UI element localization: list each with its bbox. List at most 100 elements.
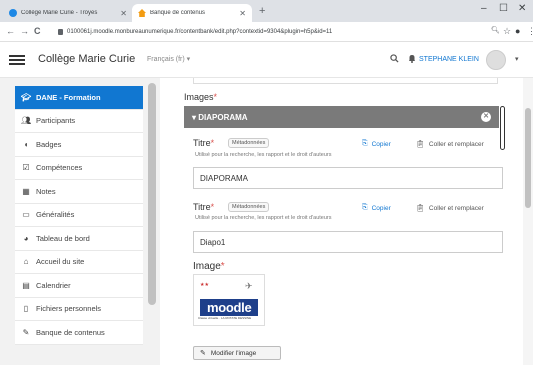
title-input[interactable]: Diapo1	[193, 231, 503, 253]
moodle-favicon-icon	[9, 9, 17, 17]
metadata-badge[interactable]: Métadonnées	[228, 202, 270, 212]
copy-icon: ⎘	[362, 204, 368, 211]
bell-icon[interactable]	[408, 54, 416, 65]
sidebar-item-g-n-ralit-s[interactable]: ▭ Généralités	[15, 203, 143, 227]
previous-field-bottom	[193, 78, 498, 84]
title-label: Titre*	[193, 202, 215, 212]
copy-icon: ⎘	[362, 140, 368, 147]
moodle-logo: moodle	[200, 299, 259, 316]
sidebar-item-badges[interactable]: ◖ Badges	[15, 133, 143, 157]
image-label: Image*	[193, 261, 225, 272]
user-name[interactable]: STEPHANE KLEIN	[419, 56, 479, 63]
sidebar-item-label: Notes	[36, 186, 56, 196]
remove-section-icon[interactable]: ✕	[481, 112, 491, 122]
users-icon: 👥︎	[21, 116, 32, 126]
sidebar-item-comp-tences[interactable]: ☑ Compétences	[15, 156, 143, 180]
sidebar-item-fichiers-personnels[interactable]: ▯ Fichiers personnels	[15, 297, 143, 321]
thumbnail-star-icon: ★★	[200, 282, 209, 288]
user-menu-caret-icon[interactable]: ▾	[515, 55, 519, 63]
browser-tab-college[interactable]: Collège Marie Curie - Troyes ✕	[3, 4, 133, 22]
sidebar-item-tableau-de-bord[interactable]: ◕ Tableau de bord	[15, 227, 143, 251]
sidebar-item-label: Fichiers personnels	[36, 304, 102, 314]
sidebar-item-label: Banque de contenus	[36, 327, 105, 337]
calendar-icon: ▤	[22, 280, 30, 290]
drawer-list: 🎓︎ DANE - Formation 👥︎ Participants ◖ Badges ☑…	[15, 86, 143, 345]
lock-icon	[58, 29, 63, 35]
url-field[interactable]: 0100061j.moodle.monbureaunumerique.fr/co…	[58, 25, 488, 39]
folder-icon: ▭	[22, 210, 30, 220]
browser-tab-content-bank[interactable]: Banque de contenus ✕	[132, 4, 252, 22]
forward-arrow-icon[interactable]: →	[20, 26, 29, 36]
close-window-button[interactable]: ✕	[518, 3, 526, 14]
site-name[interactable]: Collège Marie Curie	[38, 53, 135, 65]
maximize-button[interactable]: ☐	[499, 3, 508, 14]
dashboard-icon: ◕	[23, 233, 29, 243]
reload-icon[interactable]: C	[34, 26, 41, 36]
back-arrow-icon[interactable]: ←	[6, 26, 15, 36]
paste-replace-button[interactable]: 📋︎ Coller et remplacer	[416, 140, 484, 149]
diaporama-section-header[interactable]: ▾ DIAPORAMA ✕	[184, 106, 499, 128]
copy-button[interactable]: ⎘ Copier	[362, 204, 391, 212]
sidebar-item-dane-formation[interactable]: 🎓︎ DANE - Formation	[15, 86, 143, 110]
page-scrollbar-thumb[interactable]	[525, 108, 531, 208]
section-order-control[interactable]	[500, 106, 505, 150]
address-bar: ← → C 0100061j.moodle.monbureaunumerique…	[0, 22, 533, 42]
sidebar-item-calendrier[interactable]: ▤ Calendrier	[15, 274, 143, 298]
home-favicon-icon	[138, 9, 146, 17]
title-label: Titre*	[193, 138, 215, 148]
tab-label: Collège Marie Curie - Troyes	[21, 10, 98, 16]
profile-icon[interactable]: ●	[515, 26, 520, 36]
url-text: 0100061j.moodle.monbureaunumerique.fr/co…	[67, 29, 333, 35]
nav-drawer: 🎓︎ DANE - Formation 👥︎ Participants ◖ Badges ☑…	[0, 78, 160, 365]
close-tab-icon[interactable]: ✕	[120, 9, 127, 18]
browser-tab-bar: Collège Marie Curie - Troyes ✕ Banque de…	[0, 0, 533, 22]
drawer-scrollbar[interactable]	[148, 83, 156, 305]
paste-replace-button[interactable]: 📋︎ Coller et remplacer	[416, 204, 484, 213]
paste-icon: 📋︎	[416, 205, 425, 212]
modify-image-button[interactable]: ✎ Modifier l'image	[193, 346, 281, 360]
image-thumbnail[interactable]: ★★ ✈ moodle Classe virtuelle · LA ROTATE…	[193, 274, 265, 326]
section-title: ▾ DIAPORAMA	[192, 112, 248, 122]
brush-icon: ✎	[22, 327, 30, 337]
avatar[interactable]	[486, 50, 506, 70]
language-selector[interactable]: Français (fr) ▾	[147, 55, 190, 63]
title-input[interactable]: DIAPORAMA	[193, 167, 503, 189]
sidebar-item-label: Participants	[36, 116, 76, 126]
zoom-icon[interactable]: 🔍︎	[491, 26, 500, 34]
sidebar-item-banque-de-contenus[interactable]: ✎ Banque de contenus	[15, 321, 143, 345]
sidebar-item-accueil-du-site[interactable]: ⌂ Accueil du site	[15, 250, 143, 274]
shield-icon: ◖	[23, 139, 29, 149]
help-text: Utilisé pour la recherche, les rapport e…	[195, 152, 332, 158]
paste-icon: 📋︎	[416, 141, 425, 148]
images-label: Images*	[184, 92, 218, 102]
new-tab-button[interactable]: +	[259, 5, 265, 17]
moodle-navbar: Collège Marie Curie Français (fr) ▾ STEP…	[0, 42, 533, 78]
sidebar-item-label: DANE - Formation	[36, 92, 101, 102]
tab-label: Banque de contenus	[150, 10, 206, 16]
browser-menu-icon[interactable]: ⋮	[527, 26, 533, 37]
main-content: Images* ▾ DIAPORAMA ✕ Titre* Métadonnées…	[160, 78, 533, 365]
help-text: Utilisé pour la recherche, les rapport e…	[195, 215, 332, 221]
close-tab-icon[interactable]: ✕	[239, 9, 246, 18]
table-icon: ▦	[22, 186, 30, 196]
graduation-cap-icon: 🎓︎	[21, 92, 32, 102]
sidebar-item-label: Badges	[36, 139, 62, 149]
hamburger-menu-icon[interactable]	[9, 53, 25, 67]
sidebar-item-label: Accueil du site	[36, 257, 85, 267]
sidebar-item-participants[interactable]: 👥︎ Participants	[15, 109, 143, 133]
sidebar-item-notes[interactable]: ▦ Notes	[15, 180, 143, 204]
search-icon[interactable]	[390, 54, 399, 65]
sidebar-item-label: Calendrier	[36, 280, 71, 290]
sidebar-item-label: Généralités	[36, 210, 75, 220]
home-icon: ⌂	[23, 257, 29, 267]
plane-icon: ✈	[245, 281, 253, 291]
sidebar-item-label: Compétences	[36, 163, 83, 173]
minimize-button[interactable]: –	[481, 3, 487, 14]
bookmark-star-icon[interactable]: ☆	[503, 26, 511, 37]
metadata-badge[interactable]: Métadonnées	[228, 138, 270, 148]
copy-button[interactable]: ⎘ Copier	[362, 140, 391, 148]
sidebar-item-label: Tableau de bord	[36, 233, 90, 243]
checkbox-icon: ☑	[22, 163, 30, 173]
file-icon: ▯	[23, 304, 29, 314]
brush-icon: ✎	[200, 350, 206, 357]
